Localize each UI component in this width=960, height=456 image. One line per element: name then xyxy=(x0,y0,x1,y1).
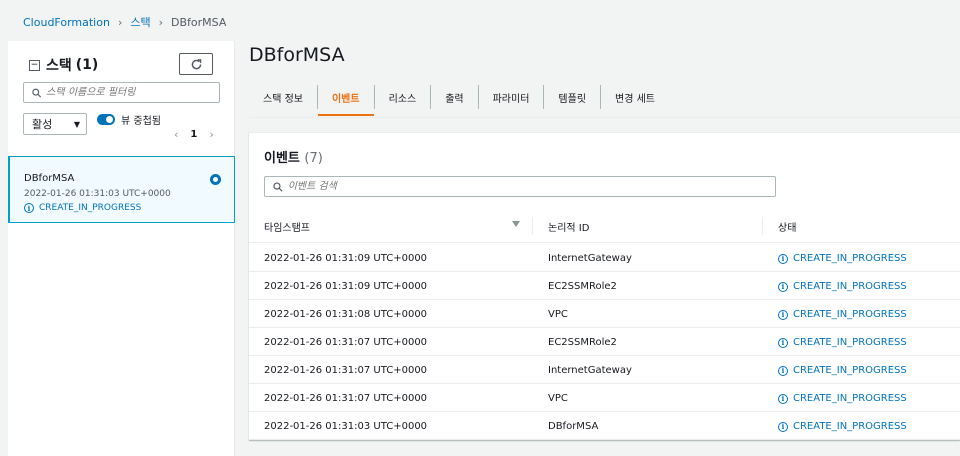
collapse-icon[interactable]: − xyxy=(29,59,40,71)
cell-timestamp: 2022-01-26 01:31:07 UTC+0000 xyxy=(264,337,428,348)
cell-timestamp: 2022-01-26 01:31:09 UTC+0000 xyxy=(264,281,428,292)
tab-parameters[interactable]: 파라미터 xyxy=(479,85,545,109)
breadcrumb-cloudformation-link[interactable]: CloudFormation xyxy=(23,16,110,29)
info-icon: i xyxy=(778,337,788,348)
chevron-right-icon: › xyxy=(117,15,123,29)
stack-time: 2022-01-26 01:31:03 UTC+0000 xyxy=(24,189,171,199)
search-icon xyxy=(32,88,42,97)
cell-timestamp: 2022-01-26 01:31:03 UTC+0000 xyxy=(264,421,428,432)
cell-status-text: CREATE_IN_PROGRESS xyxy=(793,421,907,432)
column-header-status[interactable]: 상태 xyxy=(778,219,796,234)
tabs-divider xyxy=(249,117,960,118)
stacks-panel: − 스택 (1) 활성 ▼ 뷰 중첩됨 ‹ 1 › DBforMSA 2022-… xyxy=(8,41,235,456)
tab-stack-info[interactable]: 스택 정보 xyxy=(249,85,318,109)
nested-view-toggle-wrap: 뷰 중첩됨 xyxy=(97,112,161,127)
status-filter-value: 활성 xyxy=(32,118,53,131)
cell-status-text: CREATE_IN_PROGRESS xyxy=(793,393,907,404)
stacks-panel-title: 스택 xyxy=(46,58,72,74)
column-header-logical-id[interactable]: 논리적 ID xyxy=(548,219,589,234)
tab-change-sets[interactable]: 변경 세트 xyxy=(601,85,669,109)
stack-filter-input[interactable] xyxy=(46,87,219,98)
cell-logical-id: InternetGateway xyxy=(548,365,632,376)
events-table-header: 타임스탬프 논리적 ID 상태 xyxy=(249,209,960,243)
stack-status-text: CREATE_IN_PROGRESS xyxy=(39,203,142,213)
stacks-panel-header: − 스택 (1) xyxy=(29,55,98,75)
event-search-wrap xyxy=(264,176,776,197)
table-row[interactable]: 2022-01-26 01:31:09 UTC+0000 InternetGate… xyxy=(249,244,960,272)
breadcrumb-stacks-link[interactable]: 스택 xyxy=(130,14,150,30)
cell-status-text: CREATE_IN_PROGRESS xyxy=(793,281,907,292)
table-row[interactable]: 2022-01-26 01:31:07 UTC+0000 EC2SSMRole2 i… xyxy=(249,328,960,356)
info-icon: i xyxy=(778,393,788,404)
column-divider[interactable] xyxy=(532,217,533,235)
cell-status-text: CREATE_IN_PROGRESS xyxy=(793,337,907,348)
tab-template[interactable]: 템플릿 xyxy=(544,85,602,109)
events-panel: 이벤트 (7) 타임스탬프 논리적 ID 상태 2022-01-26 01:31… xyxy=(249,132,960,440)
chevron-right-icon[interactable]: › xyxy=(209,128,213,141)
refresh-icon xyxy=(191,58,201,69)
cell-logical-id: DBforMSA xyxy=(548,421,599,432)
event-search-input[interactable] xyxy=(287,181,775,192)
search-icon xyxy=(273,181,283,192)
stacks-count: (1) xyxy=(75,57,99,73)
sort-desc-icon[interactable] xyxy=(512,221,520,227)
breadcrumb-current: DBforMSA xyxy=(171,15,227,29)
table-row[interactable]: 2022-01-26 01:31:07 UTC+0000 InternetGate… xyxy=(249,356,960,384)
cell-status: i CREATE_IN_PROGRESS xyxy=(778,393,907,404)
cell-logical-id: EC2SSMRole2 xyxy=(548,281,617,292)
column-header-timestamp[interactable]: 타임스탬프 xyxy=(264,219,310,234)
cell-logical-id: EC2SSMRole2 xyxy=(548,337,617,348)
nested-view-label: 뷰 중첩됨 xyxy=(121,116,161,127)
cell-status-text: CREATE_IN_PROGRESS xyxy=(793,253,907,264)
events-title: 이벤트 (7) xyxy=(264,147,323,166)
cell-logical-id: VPC xyxy=(548,309,568,320)
info-icon: i xyxy=(778,365,788,376)
info-icon: i xyxy=(778,309,788,320)
cell-timestamp: 2022-01-26 01:31:09 UTC+0000 xyxy=(264,253,428,264)
tab-outputs[interactable]: 출력 xyxy=(431,85,479,109)
cell-status-text: CREATE_IN_PROGRESS xyxy=(793,365,907,376)
events-count: (7) xyxy=(304,151,323,166)
tab-events[interactable]: 이벤트 xyxy=(317,85,375,116)
stack-name: DBforMSA xyxy=(24,173,75,184)
cell-status: i CREATE_IN_PROGRESS xyxy=(778,253,907,264)
stack-filter-input-wrap xyxy=(23,82,220,103)
table-row[interactable]: 2022-01-26 01:31:08 UTC+0000 VPC i CREATE_I… xyxy=(249,300,960,328)
chevron-left-icon[interactable]: ‹ xyxy=(174,128,178,141)
events-title-text: 이벤트 xyxy=(264,151,300,166)
cell-timestamp: 2022-01-26 01:31:07 UTC+0000 xyxy=(264,393,428,404)
cell-status: i CREATE_IN_PROGRESS xyxy=(778,421,907,432)
info-icon: i xyxy=(778,421,788,432)
refresh-button[interactable] xyxy=(179,53,213,75)
stack-tabs: 스택 정보 이벤트 리소스 출력 파라미터 템플릿 변경 세트 xyxy=(249,85,669,117)
cell-status-text: CREATE_IN_PROGRESS xyxy=(793,309,907,320)
info-icon: i xyxy=(778,253,788,264)
stack-status: i CREATE_IN_PROGRESS xyxy=(24,203,141,213)
stack-card[interactable]: DBforMSA 2022-01-26 01:31:03 UTC+0000 i … xyxy=(8,156,235,223)
table-row[interactable]: 2022-01-26 01:31:07 UTC+0000 VPC i CREATE_I… xyxy=(249,384,960,412)
cell-logical-id: InternetGateway xyxy=(548,253,632,264)
column-divider[interactable] xyxy=(762,217,763,235)
cell-status: i CREATE_IN_PROGRESS xyxy=(778,281,907,292)
status-filter-select[interactable]: 활성 ▼ xyxy=(23,113,87,135)
page-title: DBforMSA xyxy=(249,44,345,66)
cell-status: i CREATE_IN_PROGRESS xyxy=(778,365,907,376)
page-number[interactable]: 1 xyxy=(190,129,197,140)
breadcrumb: CloudFormation › 스택 › DBforMSA xyxy=(23,14,226,30)
chevron-right-icon: › xyxy=(158,15,164,29)
info-icon: i xyxy=(778,281,788,292)
cell-status: i CREATE_IN_PROGRESS xyxy=(778,337,907,348)
cell-timestamp: 2022-01-26 01:31:08 UTC+0000 xyxy=(264,309,428,320)
tab-resources[interactable]: 리소스 xyxy=(375,85,432,109)
pagination: ‹ 1 › xyxy=(168,128,220,141)
cell-timestamp: 2022-01-26 01:31:07 UTC+0000 xyxy=(264,365,428,376)
stack-radio[interactable] xyxy=(210,174,221,185)
caret-down-icon: ▼ xyxy=(73,119,80,129)
cell-status: i CREATE_IN_PROGRESS xyxy=(778,309,907,320)
table-row[interactable]: 2022-01-26 01:31:09 UTC+0000 EC2SSMRole2 i… xyxy=(249,272,960,300)
nested-view-toggle[interactable] xyxy=(97,114,115,125)
cell-logical-id: VPC xyxy=(548,393,568,404)
table-row[interactable]: 2022-01-26 01:31:03 UTC+0000 DBforMSA i CRE… xyxy=(249,412,960,440)
info-icon: i xyxy=(24,203,34,213)
